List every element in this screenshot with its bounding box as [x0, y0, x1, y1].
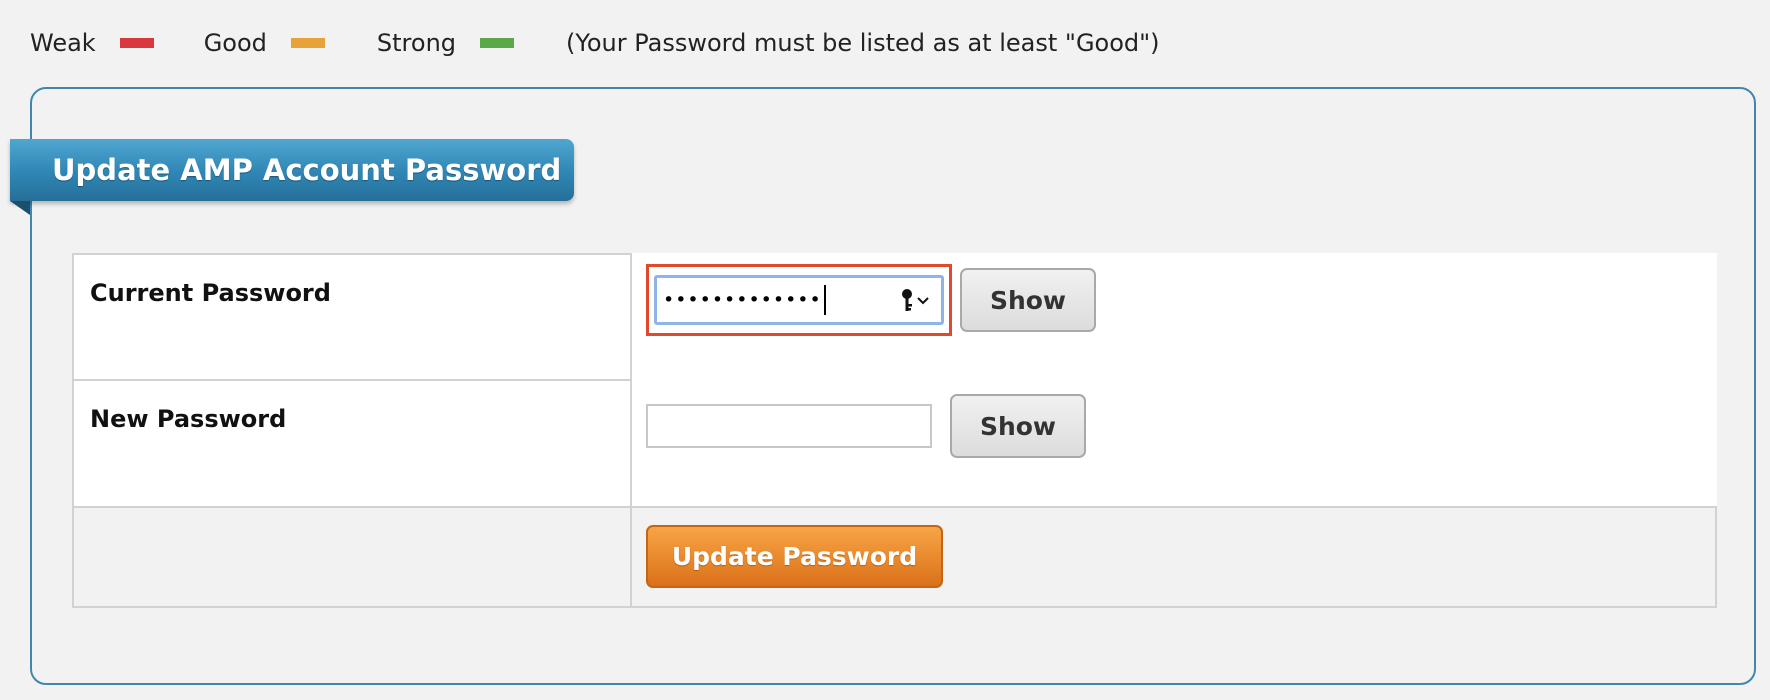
new-password-label: New Password — [72, 379, 632, 508]
current-password-masked-value: ••••••••••••• — [663, 289, 822, 311]
legend-label-strong: Strong — [376, 29, 457, 57]
form-row-new-password: New Password Show — [72, 379, 1716, 508]
password-form-table: Current Password ••••••••••••• Show New … — [72, 253, 1717, 608]
panel-title-ribbon: Update AMP Account Password — [10, 139, 574, 201]
ribbon-fold — [10, 201, 30, 215]
update-password-button[interactable]: Update Password — [646, 525, 943, 588]
submit-row-spacer — [72, 506, 632, 608]
password-strength-legend: Weak Good Strong (Your Password must be … — [30, 28, 1160, 58]
focus-highlight-box: ••••••••••••• — [646, 264, 952, 336]
current-password-field-cell: ••••••••••••• Show — [630, 254, 1716, 380]
new-password-input[interactable] — [646, 404, 932, 448]
legend-item-good: Good — [204, 29, 325, 57]
legend-item-strong: Strong — [376, 29, 515, 57]
form-row-current-password: Current Password ••••••••••••• Show — [72, 253, 1716, 381]
legend-item-weak: Weak — [30, 29, 154, 57]
legend-swatch-good — [290, 38, 325, 48]
show-new-password-button[interactable]: Show — [950, 394, 1086, 458]
submit-cell: Update Password — [630, 506, 1717, 608]
current-password-label: Current Password — [72, 253, 632, 381]
new-password-field-cell: Show — [630, 380, 1716, 507]
legend-swatch-weak — [119, 38, 154, 48]
legend-note: (Your Password must be listed as at leas… — [566, 29, 1160, 57]
legend-label-weak: Weak — [30, 29, 96, 57]
legend-swatch-strong — [480, 38, 515, 48]
form-row-submit: Update Password — [72, 506, 1717, 608]
text-caret — [823, 285, 826, 315]
show-current-password-button[interactable]: Show — [960, 268, 1096, 332]
key-icon[interactable] — [899, 287, 931, 315]
current-password-input[interactable]: ••••••••••••• — [654, 275, 944, 325]
legend-label-good: Good — [203, 29, 267, 57]
